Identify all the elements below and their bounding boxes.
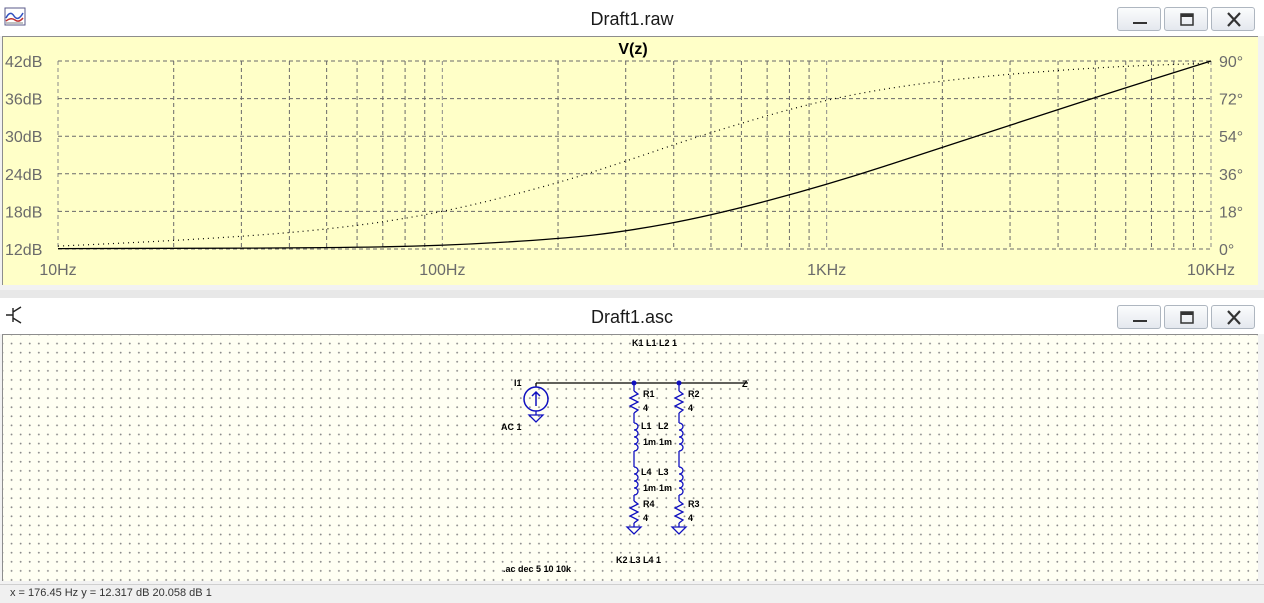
r2-name: R2: [688, 389, 700, 399]
schematic-canvas[interactable]: K1 L1 L2 1 K2 L3 L4 1 .ac dec 5 10 10k Z…: [2, 334, 1258, 581]
close-button[interactable]: [1211, 305, 1255, 329]
plot-area[interactable]: V(z) 12dB 18dB 24dB 30dB 36dB 42dB 0° 18° 36° 54…: [2, 36, 1258, 285]
r3-name: R3: [688, 499, 700, 509]
y-axis-left-labels: 12dB 18dB 24dB 30dB 36dB 42dB: [5, 54, 42, 259]
maximize-button[interactable]: [1164, 305, 1208, 329]
r1-name: R1: [643, 389, 655, 399]
maximize-button[interactable]: [1164, 7, 1208, 31]
r4-name: R4: [643, 499, 655, 509]
branch-right[interactable]: [670, 383, 688, 535]
status-text: x = 176.45 Hz y = 12.317 dB 20.058 dB 1: [10, 587, 212, 599]
y-left-tick-label: 30dB: [5, 129, 42, 146]
minimize-button[interactable]: [1117, 7, 1161, 31]
y-left-tick-label: 42dB: [5, 54, 42, 71]
y-left-tick-label: 36dB: [5, 92, 42, 109]
r4-value: 4: [643, 513, 648, 523]
r2-value: 4: [688, 403, 693, 413]
x-tick-label: 10Hz: [39, 262, 76, 279]
maximize-icon: [1180, 13, 1194, 26]
l4-value: 1m: [643, 483, 656, 493]
x-tick-label: 100Hz: [419, 262, 465, 279]
y-axis-right-labels: 0° 18° 36° 54° 72° 90°: [1219, 54, 1243, 259]
minimize-button[interactable]: [1117, 305, 1161, 329]
net-label-z[interactable]: Z: [742, 379, 748, 389]
schematic-drawing[interactable]: K1 L1 L2 1 K2 L3 L4 1 .ac dec 5 10 10k Z…: [3, 335, 1259, 581]
close-button[interactable]: [1211, 7, 1255, 31]
l3-name: L3: [658, 467, 669, 477]
x-axis-labels: 10Hz 100Hz 1KHz 10KHz: [39, 262, 1235, 279]
y-right-tick-label: 54°: [1219, 129, 1243, 146]
y-right-tick-label: 36°: [1219, 167, 1243, 184]
source-name: I1: [514, 378, 522, 388]
minimize-icon: [1133, 22, 1147, 24]
l1-name: L1: [641, 421, 652, 431]
r1-value: 4: [643, 403, 648, 413]
r3-value: 4: [688, 513, 693, 523]
y-left-tick-label: 12dB: [5, 242, 42, 259]
chart-grid: [57, 60, 1212, 250]
source-value: AC 1: [501, 422, 522, 432]
y-right-tick-label: 0°: [1219, 242, 1234, 259]
x-tick-label: 10KHz: [1187, 262, 1235, 279]
chart-title: V(z): [618, 41, 647, 58]
sim-command[interactable]: .ac dec 5 10 10k: [503, 564, 572, 574]
l4-name: L4: [641, 467, 652, 477]
status-bar: x = 176.45 Hz y = 12.317 dB 20.058 dB 1: [0, 584, 1264, 603]
schematic-titlebar[interactable]: Draft1.asc: [0, 298, 1264, 334]
y-left-tick-label: 18dB: [5, 204, 42, 221]
magnitude-series-line[interactable]: [57, 60, 1212, 250]
x-tick-label: 1KHz: [807, 262, 846, 279]
l1-value: 1m: [643, 437, 656, 447]
current-source-i1[interactable]: [523, 383, 549, 423]
l2-value: 1m: [659, 437, 672, 447]
close-icon: [1227, 310, 1241, 325]
plot-window: Draft1.raw V(z) 12dB 18dB 24dB 30dB 36dB 42dB…: [0, 0, 1264, 290]
branch-left[interactable]: [625, 383, 643, 535]
coupling-directive-top[interactable]: K1 L1 L2 1: [632, 338, 677, 348]
coupling-directive-bottom[interactable]: K2 L3 L4 1: [616, 555, 661, 565]
schematic-window: Draft1.asc K1 L1 L2 1 K2 L3 L4 1 .ac dec…: [0, 298, 1264, 584]
window-separator: [0, 290, 1264, 298]
y-right-tick-label: 90°: [1219, 54, 1243, 71]
schematic-window-title: Draft1.asc: [590, 307, 674, 327]
y-left-tick-label: 24dB: [5, 167, 42, 184]
close-icon: [1227, 12, 1241, 27]
l3-value: 1m: [659, 483, 672, 493]
l2-name: L2: [658, 421, 669, 431]
plot-titlebar[interactable]: Draft1.raw: [0, 0, 1264, 36]
bode-chart[interactable]: V(z) 12dB 18dB 24dB 30dB 36dB 42dB 0° 18° 36° 54…: [3, 37, 1259, 285]
y-right-tick-label: 18°: [1219, 204, 1243, 221]
minimize-icon: [1133, 320, 1147, 322]
y-right-tick-label: 72°: [1219, 92, 1243, 109]
chart-series: [57, 60, 1212, 250]
maximize-icon: [1180, 311, 1194, 324]
phase-series-line[interactable]: [57, 62, 1212, 247]
plot-window-title: Draft1.raw: [590, 9, 674, 29]
